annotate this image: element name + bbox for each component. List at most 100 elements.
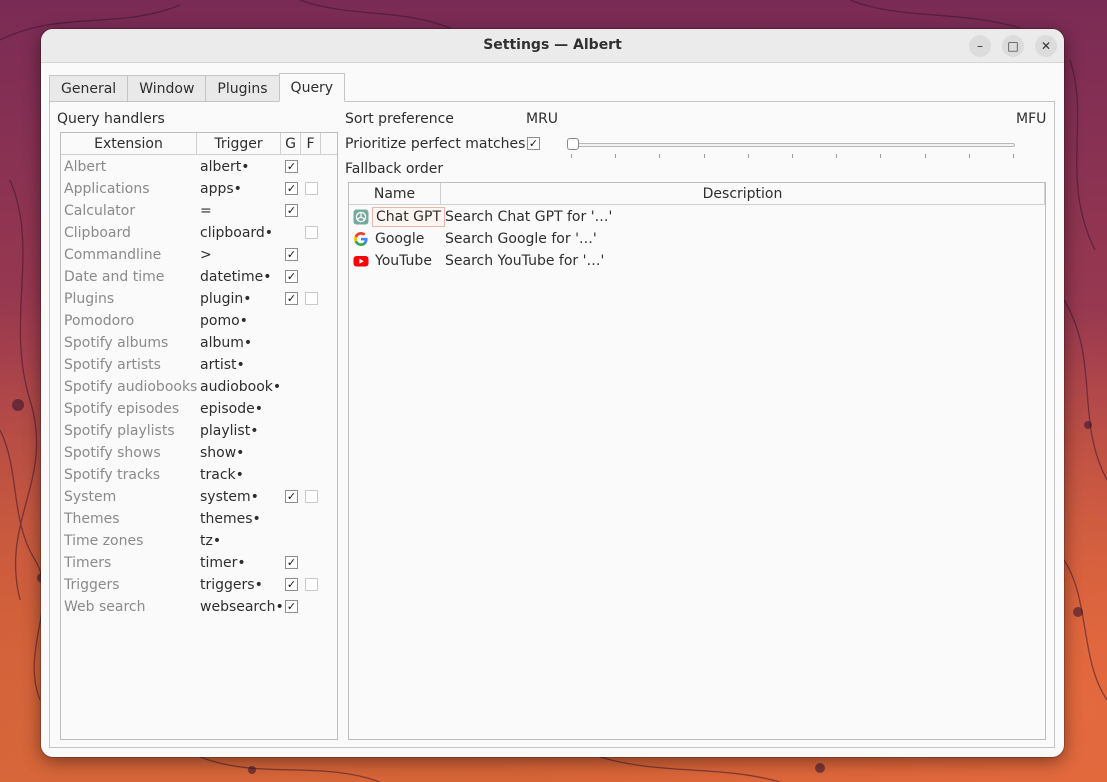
fallback-checkbox[interactable]: [305, 226, 318, 239]
column-g[interactable]: G: [281, 133, 301, 155]
sort-max-label: MFU: [1016, 111, 1047, 127]
fallback-row-youtube[interactable]: YouTube Search YouTube for '…': [349, 250, 1045, 272]
global-checkbox[interactable]: ✓: [285, 160, 298, 173]
trigger-text[interactable]: =: [200, 200, 212, 222]
table-row[interactable]: Timers timer• ✓: [61, 552, 337, 574]
trigger-text[interactable]: websearch•: [200, 596, 284, 618]
slider-tick: [969, 154, 970, 158]
fallback-checkbox[interactable]: [305, 292, 318, 305]
table-row[interactable]: Albert albert• ✓: [61, 156, 337, 178]
table-row[interactable]: Spotify shows show•: [61, 442, 337, 464]
slider-tick: [615, 154, 616, 158]
column-name[interactable]: Name: [349, 183, 441, 205]
fallback-name: Chat GPT: [372, 207, 446, 227]
trigger-text[interactable]: albert•: [200, 156, 249, 178]
trigger-text[interactable]: show•: [200, 442, 244, 464]
table-row[interactable]: Date and time datetime• ✓: [61, 266, 337, 288]
fallback-checkbox[interactable]: [305, 578, 318, 591]
trigger-text[interactable]: apps•: [200, 178, 242, 200]
trigger-text[interactable]: clipboard•: [200, 222, 273, 244]
global-checkbox[interactable]: ✓: [285, 490, 298, 503]
table-row[interactable]: Spotify albums album•: [61, 332, 337, 354]
google-icon: [354, 232, 368, 246]
fallback-checkbox[interactable]: [305, 182, 318, 195]
extension-name: Spotify albums: [64, 335, 169, 351]
slider-tick: [792, 154, 793, 158]
prioritize-checkbox[interactable]: ✓: [527, 137, 540, 150]
table-row[interactable]: Spotify episodes episode•: [61, 398, 337, 420]
fallback-order-table[interactable]: Name Description Chat GPT Search Chat GP…: [348, 182, 1046, 740]
trigger-text[interactable]: >: [200, 244, 212, 266]
table-row[interactable]: Web search websearch• ✓: [61, 596, 337, 618]
column-f[interactable]: F: [301, 133, 321, 155]
table-row[interactable]: Applications apps• ✓: [61, 178, 337, 200]
table-row[interactable]: Spotify audiobooks audiobook•: [61, 376, 337, 398]
slider-tick: [659, 154, 660, 158]
table-row[interactable]: Commandline > ✓: [61, 244, 337, 266]
fallback-row-google[interactable]: Google Search Google for '…': [349, 228, 1045, 250]
window-title: Settings — Albert: [483, 37, 622, 53]
trigger-text[interactable]: artist•: [200, 354, 245, 376]
slider-tick: [748, 154, 749, 158]
trigger-text[interactable]: pomo•: [200, 310, 248, 332]
fallback-description: Search YouTube for '…': [445, 253, 605, 269]
trigger-text[interactable]: themes•: [200, 508, 261, 530]
tab-query[interactable]: Query: [278, 73, 346, 102]
global-checkbox[interactable]: ✓: [285, 248, 298, 261]
table-row[interactable]: Spotify artists artist•: [61, 354, 337, 376]
maximize-button[interactable]: □: [1002, 35, 1024, 57]
trigger-text[interactable]: audiobook•: [200, 376, 281, 398]
extension-name: Commandline: [64, 247, 162, 263]
global-checkbox[interactable]: ✓: [285, 204, 298, 217]
trigger-text[interactable]: album•: [200, 332, 252, 354]
table-row[interactable]: System system• ✓: [61, 486, 337, 508]
column-trigger[interactable]: Trigger: [197, 133, 281, 155]
table-row[interactable]: Time zones tz•: [61, 530, 337, 552]
trigger-text[interactable]: system•: [200, 486, 259, 508]
close-icon: ✕: [1040, 39, 1052, 53]
global-checkbox[interactable]: ✓: [285, 578, 298, 591]
global-checkbox[interactable]: ✓: [285, 182, 298, 195]
minimize-button[interactable]: –: [969, 35, 991, 57]
extension-name: Web search: [64, 599, 146, 615]
extension-name: Applications: [64, 181, 150, 197]
sort-preference-slider[interactable]: [569, 143, 1015, 147]
global-checkbox[interactable]: ✓: [285, 292, 298, 305]
table-row[interactable]: Calculator = ✓: [61, 200, 337, 222]
global-checkbox[interactable]: ✓: [285, 556, 298, 569]
column-description[interactable]: Description: [441, 183, 1045, 205]
column-extension[interactable]: Extension: [61, 133, 197, 155]
extension-name: Date and time: [64, 269, 165, 285]
extension-name: Clipboard: [64, 225, 131, 241]
trigger-text[interactable]: timer•: [200, 552, 246, 574]
fallback-checkbox[interactable]: [305, 490, 318, 503]
trigger-text[interactable]: datetime•: [200, 266, 271, 288]
slider-tick: [925, 154, 926, 158]
query-panel: Query handlers Extension Trigger G F Alb…: [49, 101, 1055, 748]
slider-tick: [836, 154, 837, 158]
trigger-text[interactable]: playlist•: [200, 420, 258, 442]
tab-general[interactable]: General: [49, 75, 128, 102]
trigger-text[interactable]: tz•: [200, 530, 221, 552]
table-row[interactable]: Plugins plugin• ✓: [61, 288, 337, 310]
query-handlers-table[interactable]: Extension Trigger G F Albert albert• ✓ Appl…: [60, 132, 338, 740]
slider-handle[interactable]: [567, 138, 579, 150]
youtube-icon: [353, 256, 369, 267]
extension-name: Plugins: [64, 291, 115, 307]
fallback-row-chatgpt[interactable]: Chat GPT Search Chat GPT for '…': [349, 206, 1045, 228]
table-row[interactable]: Pomodoro pomo•: [61, 310, 337, 332]
tab-window[interactable]: Window: [127, 75, 206, 102]
trigger-text[interactable]: track•: [200, 464, 244, 486]
trigger-text[interactable]: episode•: [200, 398, 263, 420]
global-checkbox[interactable]: ✓: [285, 600, 298, 613]
table-row[interactable]: Spotify playlists playlist•: [61, 420, 337, 442]
tab-plugins[interactable]: Plugins: [205, 75, 279, 102]
table-row[interactable]: Spotify tracks track•: [61, 464, 337, 486]
global-checkbox[interactable]: ✓: [285, 270, 298, 283]
close-button[interactable]: ✕: [1035, 35, 1057, 57]
trigger-text[interactable]: plugin•: [200, 288, 252, 310]
trigger-text[interactable]: triggers•: [200, 574, 263, 596]
table-row[interactable]: Triggers triggers• ✓: [61, 574, 337, 596]
table-row[interactable]: Themes themes•: [61, 508, 337, 530]
table-row[interactable]: Clipboard clipboard•: [61, 222, 337, 244]
